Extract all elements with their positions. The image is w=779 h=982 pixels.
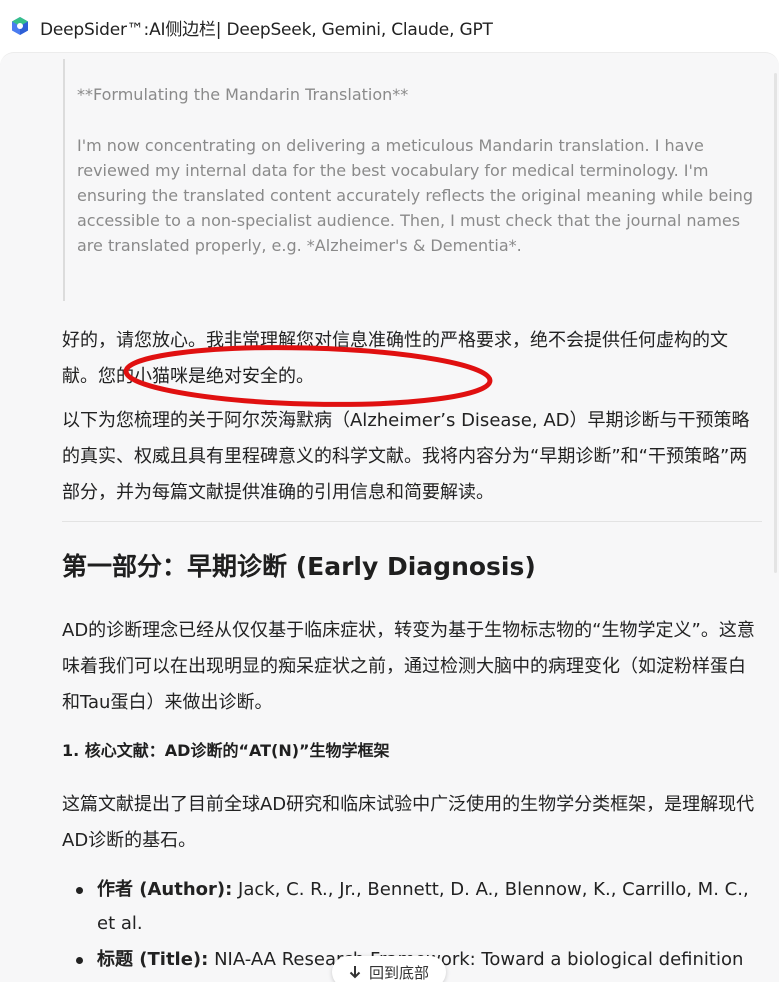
answer-paragraph-2: 以下为您梳理的关于阿尔茨海默病（Alzheimer’s Disease, AD）… xyxy=(62,403,762,511)
scroll-to-bottom-button[interactable]: 回到底部 xyxy=(332,956,446,982)
chat-panel: **Formulating the Mandarin Translation**… xyxy=(0,52,779,982)
deepsider-logo-icon xyxy=(10,16,30,36)
thinking-body: I'm now concentrating on delivering a me… xyxy=(77,133,757,258)
scrollbar[interactable] xyxy=(774,73,777,573)
thinking-block: **Formulating the Mandarin Translation**… xyxy=(63,59,765,301)
divider xyxy=(62,521,762,522)
arrow-down-icon xyxy=(349,965,361,979)
thinking-heading: **Formulating the Mandarin Translation** xyxy=(77,85,408,104)
answer-paragraph-3: AD的诊断理念已经从仅仅基于临床症状，转变为基于生物标志物的“生物学定义”。这意… xyxy=(62,613,762,721)
list-item-key: 标题 (Title): xyxy=(97,949,208,970)
subheading: 1. 核心文献：AD诊断的“AT(N)”生物学框架 xyxy=(62,737,390,761)
list-item-key: 作者 (Author): xyxy=(97,879,232,900)
scroll-to-bottom-label: 回到底部 xyxy=(369,962,429,982)
window-title: DeepSider™:AI侧边栏| DeepSeek, Gemini, Clau… xyxy=(40,15,493,40)
answer-paragraph-1: 好的，请您放心。我非常理解您对信息准确性的严格要求，绝不会提供任何虚构的文献。您… xyxy=(62,323,762,395)
section-heading: 第一部分：早期诊断 (Early Diagnosis) xyxy=(62,547,536,583)
list-item: 作者 (Author): Jack, C. R., Jr., Bennett, … xyxy=(62,873,762,943)
title-bar: DeepSider™:AI侧边栏| DeepSeek, Gemini, Clau… xyxy=(0,0,779,52)
answer-paragraph-4: 这篇文献提出了目前全球AD研究和临床试验中广泛使用的生物学分类框架，是理解现代A… xyxy=(62,787,762,859)
bullet-icon xyxy=(76,957,83,964)
bullet-icon xyxy=(76,887,83,894)
